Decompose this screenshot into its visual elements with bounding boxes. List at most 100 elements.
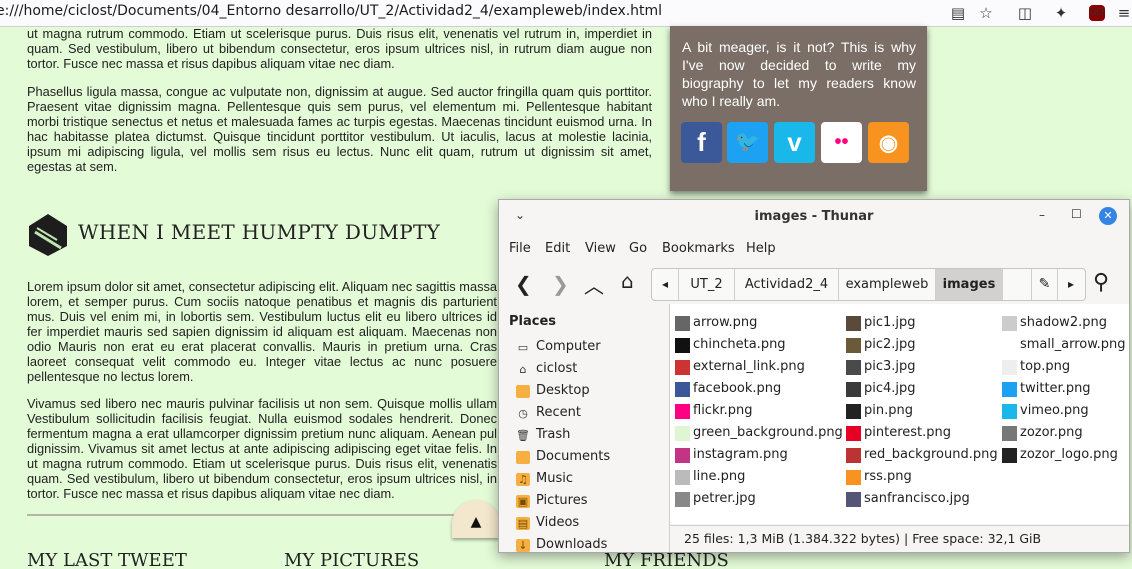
file-thumbnail-icon: [1002, 404, 1017, 419]
file-thumbnail-icon: [1002, 382, 1017, 397]
file-item[interactable]: shadow2.png: [1020, 315, 1107, 330]
search-icon[interactable]: ⚲: [1093, 270, 1109, 295]
file-thumbnail-icon: [675, 338, 690, 353]
menu-file[interactable]: File: [509, 241, 531, 256]
file-thumbnail-icon: [1002, 448, 1017, 463]
vimeo-icon[interactable]: v: [774, 122, 815, 163]
close-icon[interactable]: ✕: [1099, 207, 1117, 225]
crumb-images[interactable]: images: [936, 269, 1003, 300]
file-item[interactable]: small_arrow.png: [1020, 337, 1126, 352]
file-item[interactable]: line.png: [693, 469, 745, 484]
facebook-icon[interactable]: f: [681, 122, 722, 163]
file-thumbnail-icon: [675, 492, 690, 507]
file-item[interactable]: rss.png: [864, 469, 912, 484]
bio-sidebar: A bit meager, is it not? This is why I'v…: [670, 26, 927, 191]
file-item[interactable]: pic4.jpg: [864, 381, 916, 396]
footer-heading-tweet: MY LAST TWEET: [27, 550, 187, 569]
downloads-folder-icon: ↓: [516, 539, 530, 552]
crumb-actividad[interactable]: Actividad2_4: [735, 269, 839, 300]
file-item[interactable]: pin.png: [864, 403, 913, 418]
crumb-scroll-left-icon[interactable]: ◂: [652, 269, 679, 300]
file-item[interactable]: chincheta.png: [693, 337, 786, 352]
menu-go[interactable]: Go: [629, 241, 647, 256]
menu-help[interactable]: Help: [746, 241, 776, 256]
places-item-documents[interactable]: Documents: [536, 449, 610, 464]
forward-icon[interactable]: ❯: [552, 272, 569, 296]
places-item-desktop[interactable]: Desktop: [536, 383, 590, 398]
places-sidebar: Places ▭ Computer ⌂ ciclost Desktop ◷ Recent 🗑 T…: [499, 304, 670, 552]
file-item[interactable]: zozor_logo.png: [1020, 447, 1118, 462]
rss-icon[interactable]: ◉: [868, 122, 909, 163]
home-icon: ⌂: [519, 363, 527, 376]
file-item[interactable]: vimeo.png: [1020, 403, 1089, 418]
back-to-top-button[interactable]: ▲: [452, 500, 500, 538]
file-thumbnail-icon: [1002, 316, 1017, 331]
url-field[interactable]: e:///home/ciclost/Documents/04_Entorno d…: [0, 3, 662, 19]
pictures-folder-icon: ▣: [516, 495, 530, 508]
file-item[interactable]: facebook.png: [693, 381, 781, 396]
file-item[interactable]: red_background.png: [864, 447, 998, 462]
file-item[interactable]: sanfrancisco.jpg: [864, 491, 970, 506]
edit-location-icon[interactable]: ✎: [1031, 269, 1058, 300]
places-item-ciclost[interactable]: ciclost: [536, 361, 577, 376]
file-thumbnail-icon: [846, 492, 861, 507]
location-toolbar: ❮ ❯ ︿ ⌂ ◂ UT_2 Actividad2_4 exampleweb i…: [499, 264, 1129, 304]
bookmark-star-icon[interactable]: ☆: [976, 3, 996, 23]
title-bar: ⌄ images - Thunar – ☐ ✕: [499, 200, 1129, 234]
file-item[interactable]: green_background.png: [693, 425, 843, 440]
file-item[interactable]: pic3.jpg: [864, 359, 916, 374]
maximize-icon[interactable]: ☐: [1071, 207, 1082, 221]
ublock-icon[interactable]: uD: [1089, 5, 1105, 21]
file-item[interactable]: flickr.png: [693, 403, 753, 418]
file-thumbnail-icon: [675, 360, 690, 375]
browser-toolbar: e:///home/ciclost/Documents/04_Entorno d…: [0, 0, 1132, 27]
places-item-trash[interactable]: Trash: [536, 427, 570, 442]
menu-icon[interactable]: ≡: [1114, 3, 1132, 23]
file-thumbnail-icon: [846, 448, 861, 463]
file-item[interactable]: external_link.png: [693, 359, 805, 374]
places-item-recent[interactable]: Recent: [536, 405, 581, 420]
crumb-exampleweb[interactable]: exampleweb: [839, 269, 936, 300]
places-item-downloads[interactable]: Downloads: [536, 537, 607, 552]
places-item-videos[interactable]: Videos: [536, 515, 579, 530]
menu-bookmarks[interactable]: Bookmarks: [662, 241, 735, 256]
menu-view[interactable]: View: [585, 241, 616, 256]
back-icon[interactable]: ❮: [515, 272, 532, 296]
file-item[interactable]: arrow.png: [693, 315, 757, 330]
minimize-icon[interactable]: –: [1039, 208, 1045, 222]
file-list: arrow.png chincheta.png external_link.pngf…: [670, 304, 1129, 524]
section-heading: WHEN I MEET HUMPTY DUMPTY: [78, 220, 441, 244]
crumb-ut2[interactable]: UT_2: [679, 269, 735, 300]
file-thumbnail-icon: [675, 448, 690, 463]
file-item[interactable]: pic1.jpg: [864, 315, 916, 330]
recent-icon: ◷: [518, 407, 528, 420]
sidebar-icon[interactable]: ◫: [1015, 3, 1035, 23]
bio-text: A bit meager, is it not? This is why I'v…: [682, 39, 916, 109]
extensions-icon[interactable]: ✦: [1051, 3, 1071, 23]
places-item-music[interactable]: Music: [536, 471, 573, 486]
file-thumbnail-icon: [846, 404, 861, 419]
parent-folder-icon[interactable]: ︿: [584, 270, 604, 299]
file-item[interactable]: pinterest.png: [864, 425, 951, 440]
home-icon[interactable]: ⌂: [621, 269, 634, 293]
file-item[interactable]: zozor.png: [1020, 425, 1083, 440]
file-item[interactable]: instagram.png: [693, 447, 788, 462]
file-thumbnail-icon: [675, 470, 690, 485]
flickr-icon[interactable]: ••: [821, 122, 862, 163]
file-item[interactable]: top.png: [1020, 359, 1070, 374]
places-item-pictures[interactable]: Pictures: [536, 493, 587, 508]
file-item[interactable]: pic2.jpg: [864, 337, 916, 352]
file-item[interactable]: petrer.jpg: [693, 491, 756, 506]
twitter-icon[interactable]: 🐦: [727, 122, 768, 163]
status-bar: 25 files: 1,3 MiB (1.384.322 bytes) | Fr…: [670, 525, 1129, 552]
reader-icon[interactable]: ▤: [948, 3, 968, 23]
file-thumbnail-icon: [846, 316, 861, 331]
places-item-computer[interactable]: Computer: [536, 339, 601, 354]
crumb-scroll-right-icon[interactable]: ▸: [1057, 269, 1085, 300]
trash-icon: 🗑: [516, 429, 530, 442]
paragraph-2-text: Phasellus ligula massa, congue ac vulput…: [27, 84, 652, 174]
file-item[interactable]: twitter.png: [1020, 381, 1091, 396]
menu-edit[interactable]: Edit: [545, 241, 570, 256]
videos-folder-icon: ▤: [516, 517, 530, 530]
paragraph-4: Vivamus sed libero nec mauris pulvinar f…: [27, 396, 497, 501]
